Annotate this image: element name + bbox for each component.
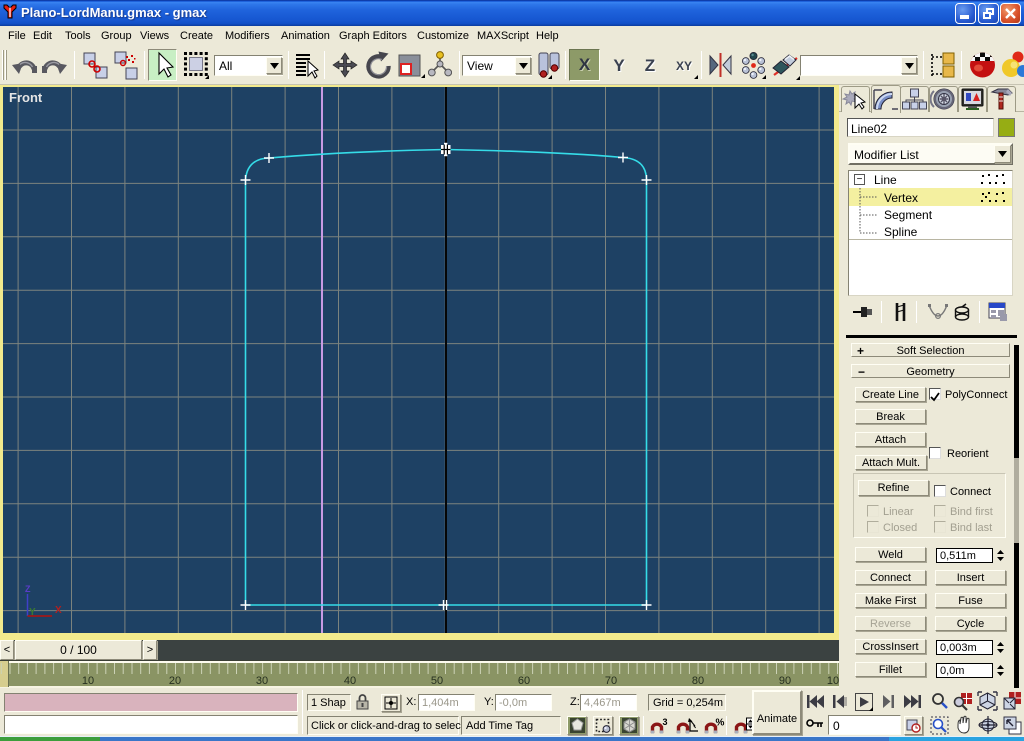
svg-text:40: 40 <box>344 675 356 686</box>
svg-text:50: 50 <box>431 675 443 686</box>
svg-text:80: 80 <box>692 675 704 686</box>
svg-text:90: 90 <box>779 675 791 686</box>
svg-text:20: 20 <box>169 675 181 686</box>
svg-text:X: X <box>55 605 62 616</box>
svg-text:70: 70 <box>605 675 617 686</box>
svg-text:10: 10 <box>827 675 839 686</box>
svg-text:%: % <box>716 718 725 729</box>
svg-text:10: 10 <box>82 675 94 686</box>
svg-text:3: 3 <box>663 717 668 727</box>
svg-text:60: 60 <box>518 675 530 686</box>
svg-text:Y: Y <box>29 607 36 618</box>
svg-text:Z: Z <box>25 584 31 594</box>
svg-text:30: 30 <box>256 675 268 686</box>
